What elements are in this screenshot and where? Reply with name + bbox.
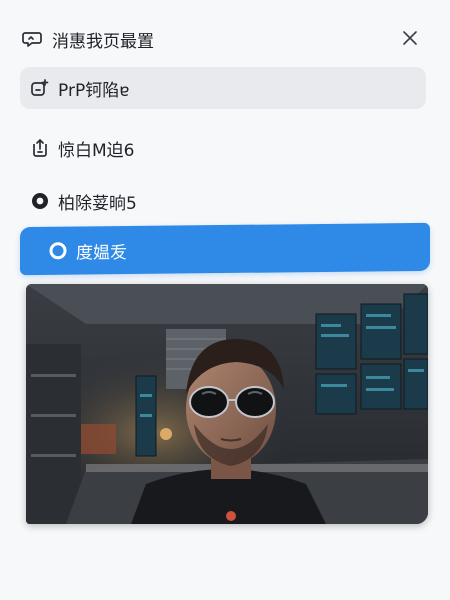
panel-header: 消惠我页最置 xyxy=(22,24,432,54)
menu-item-4[interactable]: 度媪叐 xyxy=(20,222,430,276)
menu-item-label: 柏除荽晌5 xyxy=(58,193,137,214)
menu-item-1[interactable]: PrP钶陷ɐ xyxy=(20,67,426,109)
chat-bubble-icon xyxy=(22,29,42,49)
media-upload-icon xyxy=(30,78,50,98)
menu-item-2[interactable]: 惊白M迫6 xyxy=(20,127,426,169)
menu-item-label: 惊白M迫6 xyxy=(58,140,135,161)
menu-item-label: 度媪叐 xyxy=(76,242,127,264)
camera-preview xyxy=(26,284,428,524)
menu-item-label: PrP钶陷ɐ xyxy=(58,80,130,101)
upload-tray-icon xyxy=(30,138,50,158)
ring-icon xyxy=(48,241,68,261)
preview-photo xyxy=(26,284,428,524)
settings-panel: 消惠我页最置 PrP钶陷ɐ 惊白M迫6 柏除荽晌5 度媪叐 xyxy=(0,0,450,600)
menu-item-3[interactable]: 柏除荽晌5 xyxy=(20,180,426,222)
close-button[interactable] xyxy=(396,24,424,52)
close-icon xyxy=(403,31,417,45)
panel-title: 消惠我页最置 xyxy=(52,31,154,52)
circle-dot-icon xyxy=(30,191,50,211)
